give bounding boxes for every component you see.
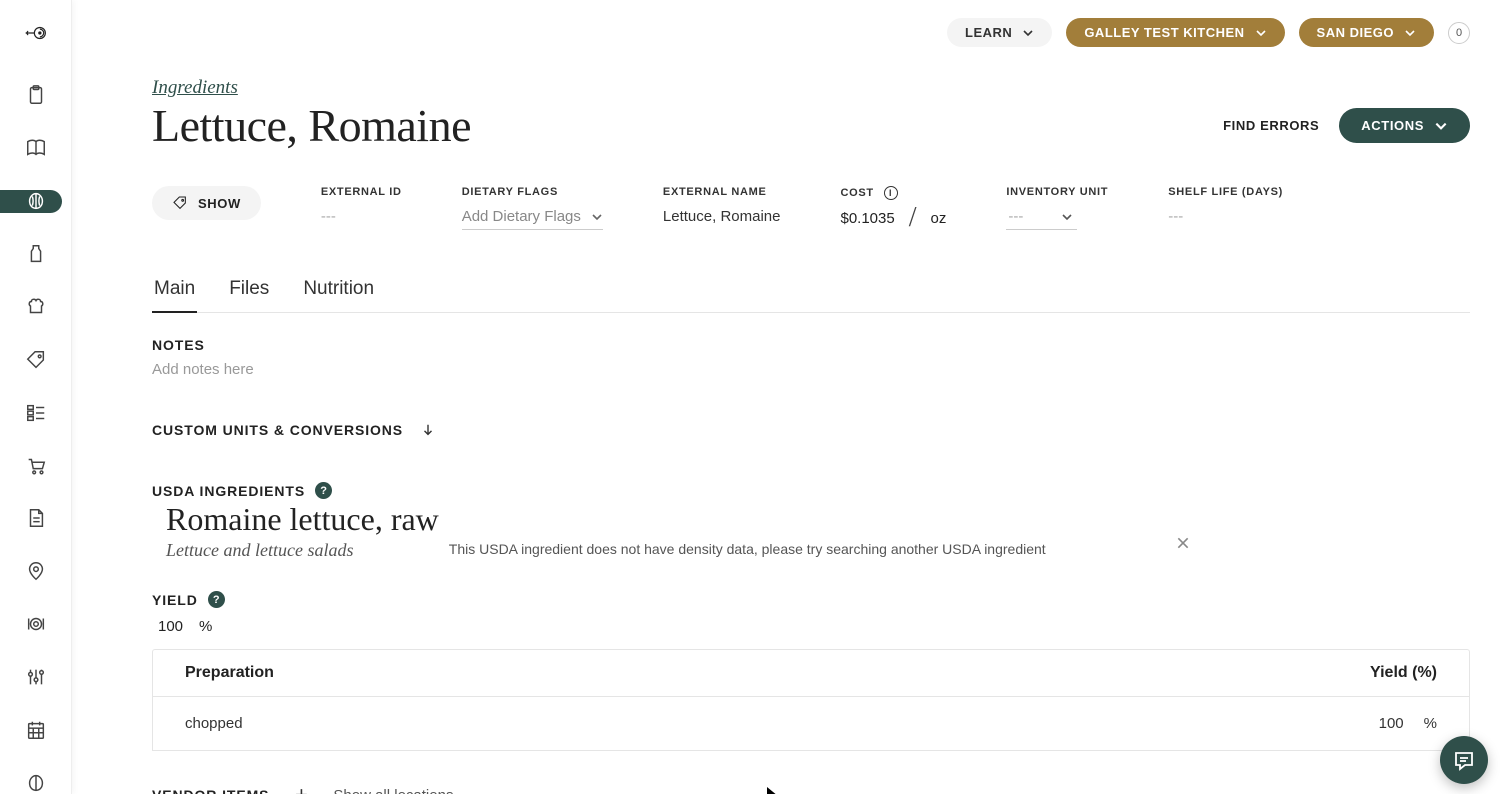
nav-bottle[interactable] (12, 243, 60, 266)
show-button[interactable]: SHOW (152, 186, 261, 220)
cost-unit: oz (931, 210, 947, 227)
help-icon[interactable]: ? (315, 482, 332, 499)
chevron-down-icon (1434, 119, 1448, 133)
yield-row-0[interactable]: chopped 100 % (153, 696, 1469, 750)
nav-sliders[interactable] (12, 665, 60, 688)
notes-label: NOTES (152, 337, 1470, 353)
chevron-down-icon (1022, 27, 1034, 39)
usda-warning: This USDA ingredient does not have densi… (449, 541, 1046, 557)
inventory-unit-value: --- (1008, 208, 1023, 225)
shelf-life-value[interactable]: --- (1168, 208, 1283, 225)
shelf-life-label: SHELF LIFE (DAYS) (1168, 186, 1283, 198)
chat-icon (1452, 748, 1476, 772)
app-logo[interactable] (16, 22, 56, 44)
yield-unit: % (199, 618, 212, 635)
custom-units-label: CUSTOM UNITS & CONVERSIONS (152, 422, 403, 438)
yield-table: Preparation Yield (%) chopped 100 % (152, 649, 1470, 751)
external-id-label: EXTERNAL ID (321, 186, 402, 198)
tag-icon (172, 195, 188, 211)
inventory-unit-select[interactable]: --- (1006, 208, 1077, 230)
dietary-flags-field: DIETARY FLAGS Add Dietary Flags (462, 186, 603, 230)
help-icon[interactable]: ? (208, 591, 225, 608)
tab-main[interactable]: Main (152, 270, 197, 312)
info-icon[interactable]: i (884, 186, 898, 200)
show-all-locations-link[interactable]: Show all locations (333, 787, 453, 794)
breadcrumb[interactable]: Ingredients (152, 77, 238, 98)
notes-input[interactable]: Add notes here (152, 361, 1470, 378)
dismiss-warning-button[interactable] (1176, 536, 1190, 555)
meta-row: SHOW EXTERNAL ID --- DIETARY FLAGS Add D… (152, 186, 1470, 230)
topbar: LEARN GALLEY TEST KITCHEN SAN DIEGO 0 (152, 18, 1470, 47)
external-id-field: EXTERNAL ID --- (321, 186, 402, 225)
cost-divider: / (909, 210, 917, 227)
yield-label: YIELD (152, 592, 198, 608)
arrow-down-icon (421, 423, 435, 437)
actions-button[interactable]: ACTIONS (1339, 108, 1470, 143)
nav-tag[interactable] (12, 348, 60, 371)
nav-location[interactable] (12, 560, 60, 583)
notification-badge[interactable]: 0 (1448, 22, 1470, 44)
nav-cart[interactable] (12, 454, 60, 477)
usda-ingredient-category: Lettuce and lettuce salads (166, 540, 439, 561)
nav-chef[interactable] (12, 295, 60, 318)
external-name-value[interactable]: Lettuce, Romaine (663, 208, 781, 225)
tab-files[interactable]: Files (227, 270, 271, 312)
dietary-flags-label: DIETARY FLAGS (462, 186, 603, 198)
nav-clipboard[interactable] (12, 84, 60, 107)
col-preparation: Preparation (185, 664, 274, 682)
usda-label: USDA INGREDIENTS (152, 483, 305, 499)
nav-book[interactable] (12, 137, 60, 160)
nav-dining[interactable] (12, 613, 60, 636)
nav-calendar[interactable] (12, 718, 60, 741)
show-label: SHOW (198, 196, 241, 211)
prep-name: chopped (185, 715, 243, 732)
prep-yield-value: 100 (1379, 715, 1404, 732)
tab-nutrition[interactable]: Nutrition (301, 270, 376, 312)
chat-button[interactable] (1440, 736, 1488, 784)
nav-list[interactable] (12, 401, 60, 424)
vendor-items-section: VENDOR ITEMS + Show all locations (152, 785, 1470, 794)
nav-document[interactable] (12, 507, 60, 530)
chevron-down-icon (1061, 211, 1073, 223)
chevron-down-icon (1404, 27, 1416, 39)
chevron-down-icon (591, 211, 603, 223)
kitchen-selector[interactable]: GALLEY TEST KITCHEN (1066, 18, 1284, 47)
shelf-life-field: SHELF LIFE (DAYS) --- (1168, 186, 1283, 225)
dietary-flags-select[interactable]: Add Dietary Flags (462, 208, 603, 230)
prep-yield-unit: % (1424, 715, 1437, 732)
title-actions: FIND ERRORS ACTIONS (1223, 108, 1470, 143)
location-selector[interactable]: SAN DIEGO (1299, 18, 1434, 47)
yield-value[interactable]: 100 (158, 618, 183, 635)
kitchen-label: GALLEY TEST KITCHEN (1084, 25, 1244, 40)
cost-label: COST i (840, 186, 946, 200)
nav-ingredients-alt[interactable] (12, 771, 60, 794)
actions-label: ACTIONS (1361, 118, 1424, 133)
cost-value: $0.1035 (840, 210, 894, 227)
chevron-down-icon (1255, 27, 1267, 39)
external-id-value[interactable]: --- (321, 208, 402, 225)
title-row: Lettuce, Romaine FIND ERRORS ACTIONS (152, 99, 1470, 152)
inventory-unit-field: INVENTORY UNIT --- (1006, 186, 1108, 230)
add-vendor-button[interactable]: + (291, 785, 311, 794)
yield-section: YIELD ? 100 % Preparation Yield (%) chop… (152, 591, 1470, 751)
vendor-items-label: VENDOR ITEMS (152, 787, 269, 794)
usda-section: USDA INGREDIENTS ? Romaine lettuce, raw … (152, 482, 1470, 561)
inventory-unit-label: INVENTORY UNIT (1006, 186, 1108, 198)
find-errors-button[interactable]: FIND ERRORS (1223, 118, 1319, 133)
cost-field: COST i $0.1035 / oz (840, 186, 946, 227)
external-name-field: EXTERNAL NAME Lettuce, Romaine (663, 186, 781, 225)
sidebar (0, 0, 72, 794)
nav-ingredients[interactable] (0, 190, 62, 213)
external-name-label: EXTERNAL NAME (663, 186, 781, 198)
page-title: Lettuce, Romaine (152, 99, 471, 152)
learn-button[interactable]: LEARN (947, 18, 1052, 47)
col-yield: Yield (%) (1370, 664, 1437, 682)
usda-ingredient-name: Romaine lettuce, raw (166, 501, 439, 538)
location-label: SAN DIEGO (1317, 25, 1394, 40)
dietary-flags-placeholder: Add Dietary Flags (462, 208, 581, 225)
learn-label: LEARN (965, 25, 1012, 40)
tabs: Main Files Nutrition (152, 270, 1470, 313)
main-content: LEARN GALLEY TEST KITCHEN SAN DIEGO 0 In… (72, 0, 1510, 794)
custom-units-toggle[interactable]: CUSTOM UNITS & CONVERSIONS (152, 422, 1470, 438)
